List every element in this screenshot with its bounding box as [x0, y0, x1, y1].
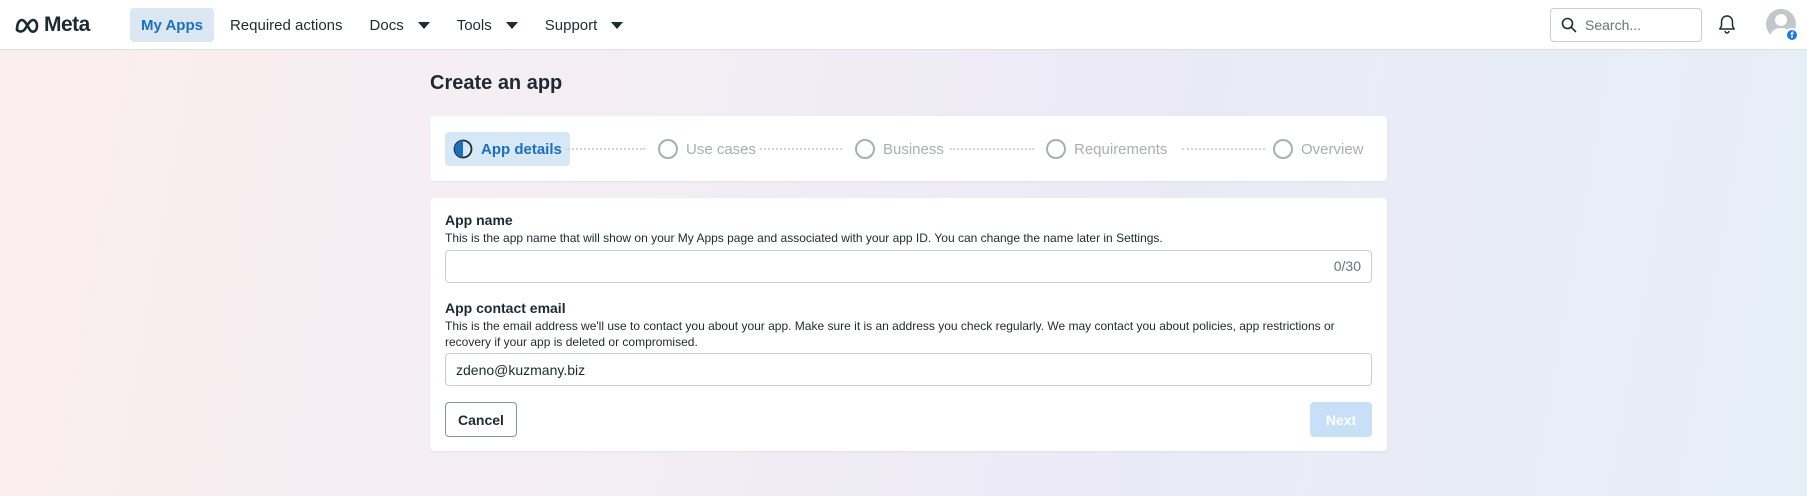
step-connector: [950, 148, 1034, 150]
meta-infinity-icon: [15, 18, 39, 33]
step-label: Overview: [1301, 140, 1364, 158]
step-app-details[interactable]: App details: [445, 132, 570, 166]
main-nav: My Apps Required actions Docs Tools Supp…: [130, 8, 639, 42]
step-connector: [1182, 148, 1265, 150]
nav-label: Tools: [456, 16, 492, 34]
app-name-label: App name: [445, 212, 513, 228]
profile-avatar[interactable]: f: [1766, 9, 1799, 42]
step-label: Requirements: [1074, 140, 1168, 158]
half-circle-progress-icon: [453, 139, 473, 159]
nav-label: Required actions: [229, 16, 343, 34]
empty-circle-icon: [855, 139, 875, 159]
step-label: App details: [481, 140, 562, 158]
caret-down-icon: [611, 21, 624, 29]
caret-down-icon: [505, 21, 518, 29]
search-icon: [1561, 17, 1577, 33]
nav-tools[interactable]: Tools: [446, 8, 529, 42]
empty-circle-icon: [658, 139, 678, 159]
contact-email-label: App contact email: [445, 300, 566, 316]
step-requirements[interactable]: Requirements: [1038, 132, 1175, 166]
nav-label: Docs: [369, 16, 404, 34]
app-name-char-counter: 0/30: [1333, 258, 1361, 274]
step-use-cases[interactable]: Use cases: [650, 132, 764, 166]
top-navigation-bar: Meta My Apps Required actions Docs Tools…: [0, 0, 1807, 50]
app-name-input[interactable]: [445, 250, 1372, 283]
nav-required-actions[interactable]: Required actions: [219, 8, 354, 42]
app-details-form: App name This is the app name that will …: [430, 198, 1387, 451]
app-name-help: This is the app name that will show on y…: [445, 231, 1163, 245]
step-overview[interactable]: Overview: [1265, 132, 1372, 166]
search-input[interactable]: [1585, 17, 1695, 33]
nav-label: Support: [544, 16, 598, 34]
search-box[interactable]: [1550, 8, 1702, 42]
empty-circle-icon: [1273, 139, 1293, 159]
cancel-button[interactable]: Cancel: [445, 402, 517, 437]
nav-support[interactable]: Support: [534, 8, 635, 42]
step-label: Business: [883, 140, 944, 158]
notifications-bell-icon[interactable]: [1716, 13, 1738, 40]
step-business[interactable]: Business: [847, 132, 952, 166]
brand-name: Meta: [44, 13, 90, 36]
contact-email-help: This is the email address we'll use to c…: [445, 319, 1335, 349]
step-connector: [565, 148, 645, 150]
page-title: Create an app: [430, 72, 563, 94]
step-label: Use cases: [686, 140, 757, 158]
empty-circle-icon: [1046, 139, 1066, 159]
step-connector: [760, 148, 842, 150]
caret-down-icon: [417, 21, 430, 29]
next-button[interactable]: Next: [1310, 402, 1372, 437]
nav-docs[interactable]: Docs: [359, 8, 441, 42]
nav-my-apps[interactable]: My Apps: [130, 8, 214, 42]
facebook-badge-icon: f: [1785, 28, 1799, 42]
contact-email-input[interactable]: [445, 353, 1372, 386]
meta-logo[interactable]: Meta: [14, 13, 90, 37]
nav-label: My Apps: [141, 16, 203, 34]
progress-stepper: App details Use cases Business Requireme…: [430, 116, 1387, 181]
